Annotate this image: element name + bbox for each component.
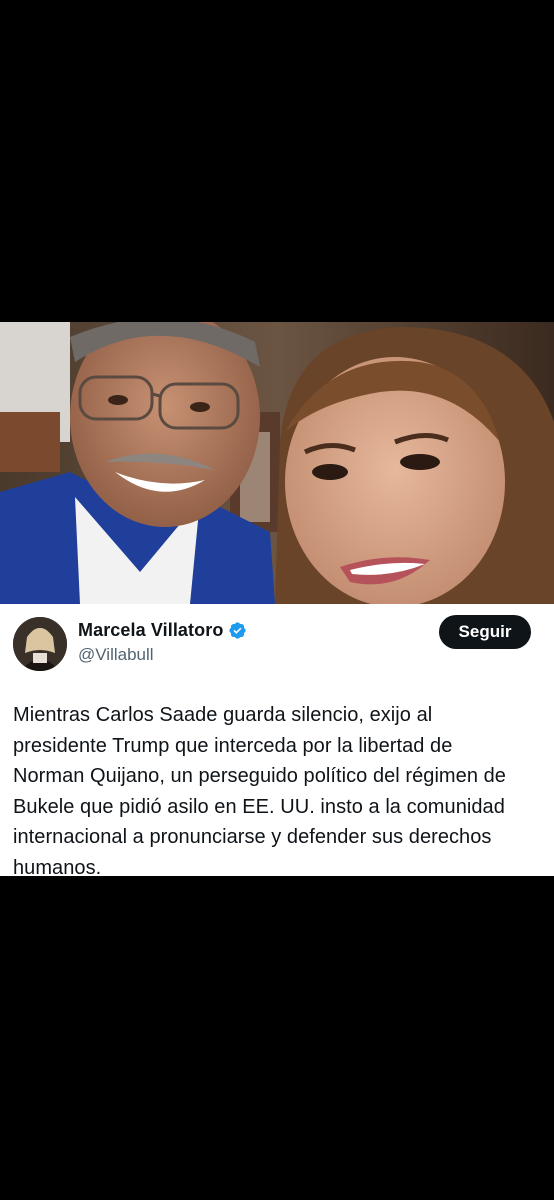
- avatar-image: [13, 617, 67, 671]
- author-display-name[interactable]: Marcela Villatoro: [78, 620, 223, 641]
- author-handle[interactable]: @Villabull: [78, 645, 154, 665]
- tweet-text-line: Bukele que pidió asilo en EE. UU. insto …: [13, 795, 505, 818]
- tweet-text-line: Mientras Carlos Saade guarda silencio, e…: [13, 704, 433, 726]
- verified-badge-icon: [228, 621, 247, 640]
- selfie-photo: [0, 322, 554, 604]
- tweet-text-line: humanos.: [13, 856, 102, 879]
- tweet-text-line: internacional a pronunciarse y defender …: [13, 826, 492, 848]
- tweet-photo[interactable]: [0, 322, 554, 604]
- tweet-text-line: Norman Quijano, un perseguido político d…: [13, 765, 506, 787]
- tweet-card: Marcela Villatoro @Villabull Seguir Mien…: [0, 604, 554, 879]
- tweet-text-line: presidente Trump que interceda por la li…: [13, 734, 453, 757]
- author-name-row: Marcela Villatoro: [78, 620, 247, 641]
- tweet-text: Mientras Carlos Saade guarda silencio, e…: [13, 700, 543, 883]
- screen: Marcela Villatoro @Villabull Seguir Mien…: [0, 0, 554, 1200]
- avatar[interactable]: [13, 617, 67, 671]
- follow-button[interactable]: Seguir: [439, 615, 531, 649]
